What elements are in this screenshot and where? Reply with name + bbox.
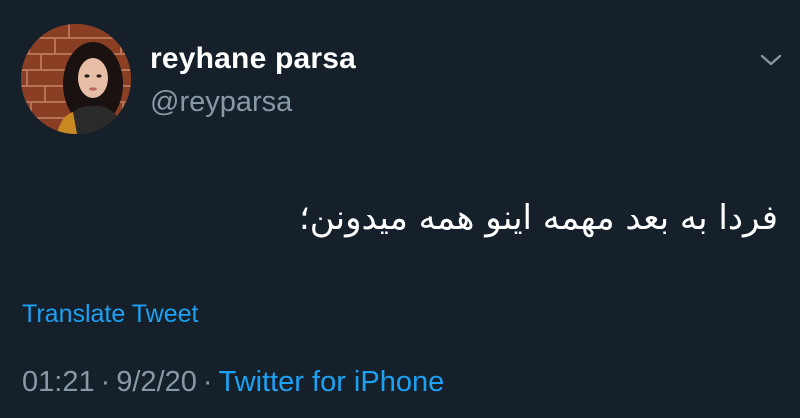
avatar-image bbox=[21, 24, 131, 134]
tweet-card: reyhane parsa @reyparsa فردا به بعد مهمه… bbox=[0, 0, 800, 418]
tweet-source-link[interactable]: Twitter for iPhone bbox=[219, 366, 445, 398]
display-name[interactable]: reyhane parsa bbox=[150, 42, 356, 76]
translate-tweet-link[interactable]: Translate Tweet bbox=[22, 300, 198, 329]
tweet-date[interactable]: 9/2/20 bbox=[116, 366, 197, 398]
tweet-metadata: 01:21 · 9/2/20 · Twitter for iPhone bbox=[22, 366, 444, 399]
separator: · bbox=[202, 366, 213, 398]
tweet-text: فردا به بعد مهمه اینو همه میدونن؛ bbox=[298, 198, 778, 238]
tweet-time[interactable]: 01:21 bbox=[22, 366, 95, 398]
separator: · bbox=[100, 366, 111, 398]
chevron-down-icon[interactable] bbox=[758, 50, 784, 70]
avatar[interactable] bbox=[21, 24, 131, 134]
user-handle[interactable]: @reyparsa bbox=[150, 86, 292, 119]
